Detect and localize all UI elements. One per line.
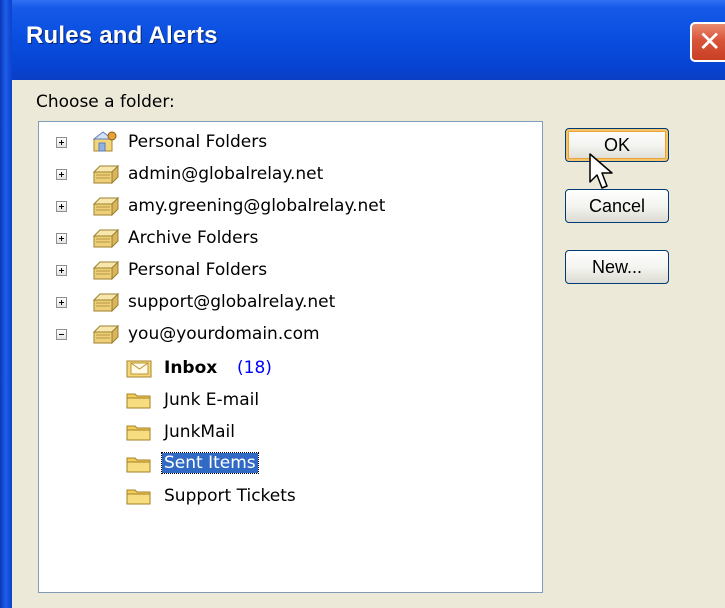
folder-tree[interactable]: Personal Folders admin@globalrelay.net a… (38, 121, 543, 593)
tree-item-label: amy.greening@globalrelay.net (128, 196, 386, 216)
tree-item-label: Archive Folders (128, 228, 259, 248)
folder-icon (126, 422, 152, 447)
tree-item-label: support@globalrelay.net (128, 292, 336, 312)
close-icon: ✕ (698, 25, 722, 58)
tree-item-you-mailbox[interactable]: you@yourdomain.com (39, 322, 539, 346)
unread-count: (18) (237, 358, 272, 378)
tree-item-label-selected: Sent Items (161, 452, 259, 474)
expand-icon[interactable] (56, 265, 67, 276)
tree-item-label: Personal Folders (128, 132, 268, 152)
mailbox-icon (92, 226, 120, 255)
tree-item-label: JunkMail (164, 422, 235, 442)
choose-folder-label: Choose a folder: (36, 92, 175, 112)
tree-item-label: Support Tickets (164, 486, 296, 506)
tree-item-archive-folders[interactable]: Archive Folders (39, 226, 539, 250)
folder-icon (126, 486, 152, 511)
tree-item-amy-mailbox[interactable]: amy.greening@globalrelay.net (39, 194, 539, 218)
tree-item-personal-folders[interactable]: Personal Folders (39, 130, 539, 154)
tree-item-label: Inbox (164, 358, 218, 378)
new-button[interactable]: New... (565, 250, 669, 284)
window-frame-left (0, 0, 12, 608)
tree-item-junkmail[interactable]: JunkMail (39, 420, 539, 444)
mailbox-icon (92, 322, 120, 351)
mailbox-icon (92, 162, 120, 191)
cancel-button[interactable]: Cancel (565, 189, 669, 223)
rules-and-alerts-dialog: Rules and Alerts ✕ Choose a folder: Pers… (0, 0, 725, 608)
mailbox-icon (92, 290, 120, 319)
expand-icon[interactable] (56, 233, 67, 244)
expand-icon[interactable] (56, 137, 67, 148)
collapse-icon[interactable] (56, 329, 67, 340)
close-button[interactable]: ✕ (690, 22, 725, 62)
inbox-icon (126, 356, 154, 385)
mailbox-icon (92, 258, 120, 287)
title-bar[interactable]: Rules and Alerts ✕ (0, 0, 725, 80)
expand-icon[interactable] (56, 201, 67, 212)
mouse-cursor-icon (588, 152, 614, 196)
tree-item-sent-items[interactable]: Sent Items (39, 452, 539, 476)
tree-item-support-tickets[interactable]: Support Tickets (39, 484, 539, 508)
tree-item-label: you@yourdomain.com (128, 324, 320, 344)
dialog-title: Rules and Alerts (26, 22, 218, 49)
tree-item-junk-email[interactable]: Junk E-mail (39, 388, 539, 412)
tree-item-admin-mailbox[interactable]: admin@globalrelay.net (39, 162, 539, 186)
tree-item-label: Junk E-mail (164, 390, 260, 410)
tree-item-label: admin@globalrelay.net (128, 164, 324, 184)
folder-icon (126, 454, 152, 479)
tree-item-inbox[interactable]: Inbox (18) (39, 356, 539, 380)
ok-button[interactable]: OK (565, 128, 669, 162)
expand-icon[interactable] (56, 297, 67, 308)
folder-icon (126, 390, 152, 415)
tree-item-personal-folders-2[interactable]: Personal Folders (39, 258, 539, 282)
tree-item-label: Personal Folders (128, 260, 268, 280)
personal-folders-icon (92, 130, 118, 159)
expand-icon[interactable] (56, 169, 67, 180)
tree-item-support-mailbox[interactable]: support@globalrelay.net (39, 290, 539, 314)
mailbox-icon (92, 194, 120, 223)
